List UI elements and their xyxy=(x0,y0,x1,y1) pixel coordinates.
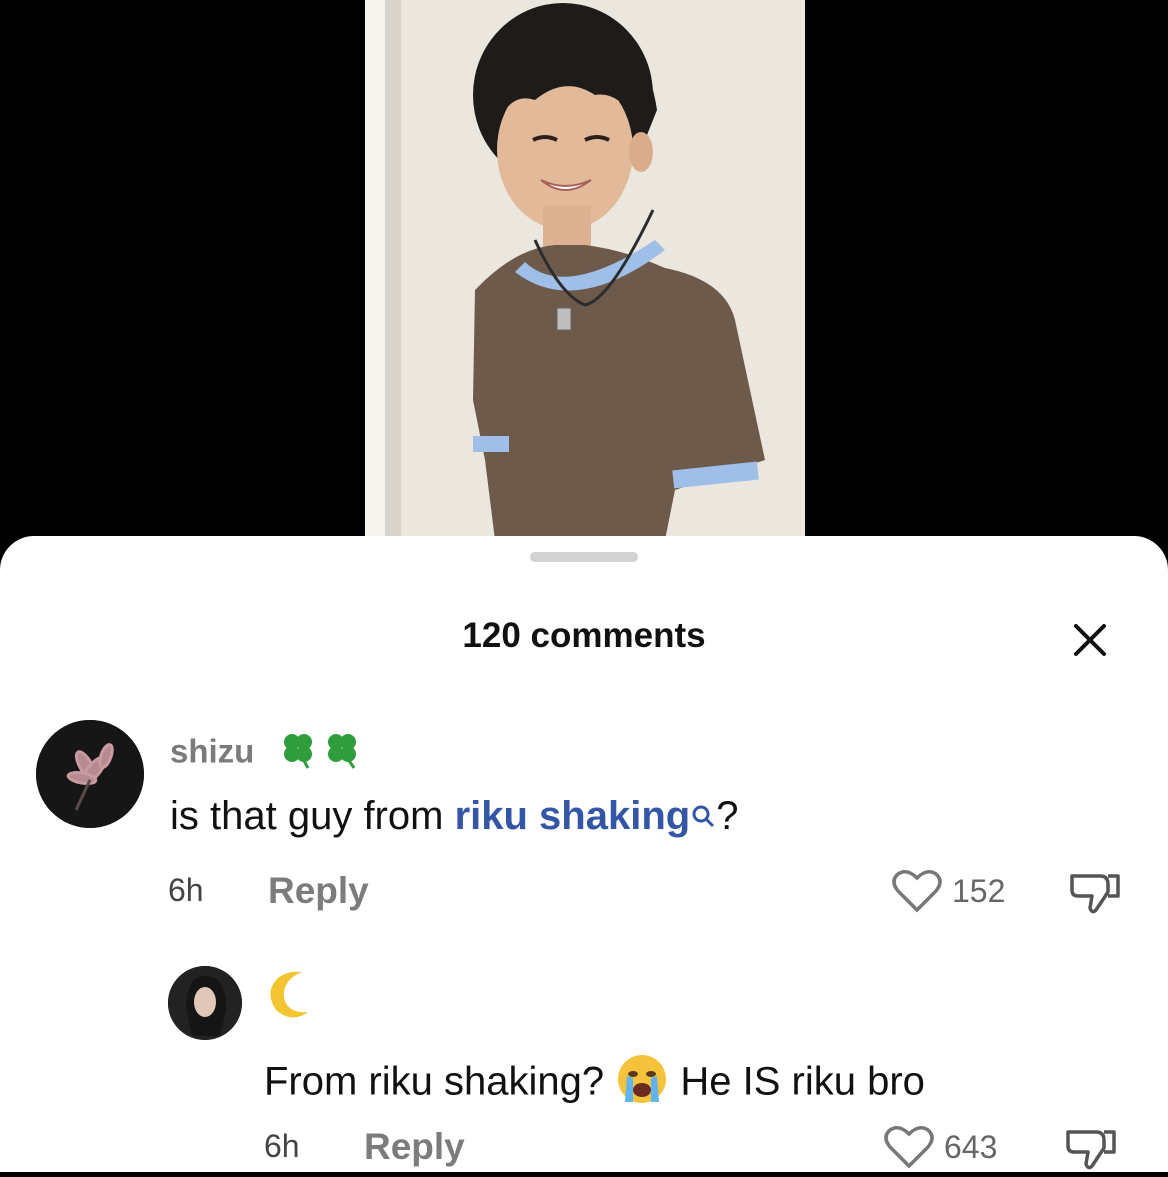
moon-icon xyxy=(270,971,308,1018)
comments-sheet: 120 comments shizu is that guy from riku… xyxy=(0,536,1168,1172)
reply-button[interactable]: Reply xyxy=(268,870,369,912)
heart-icon xyxy=(884,1126,934,1169)
crying-face-icon xyxy=(618,1055,667,1103)
crescent-moon-emoji xyxy=(264,966,318,1028)
like-count: 643 xyxy=(944,1128,998,1165)
clover-icon xyxy=(283,734,356,769)
flower-avatar-image xyxy=(36,720,144,828)
heart-icon xyxy=(892,870,942,913)
username-text: shizu xyxy=(170,732,255,770)
comment-text-part: is that guy from xyxy=(170,794,455,838)
mention-link[interactable]: riku shaking xyxy=(455,794,691,838)
reply-button[interactable]: Reply xyxy=(364,1126,465,1168)
like-button[interactable]: 152 xyxy=(892,868,1005,914)
comment-text-end: ? xyxy=(716,794,739,838)
like-button[interactable]: 643 xyxy=(884,1124,997,1170)
comment-time: 6h xyxy=(168,872,204,908)
reply-username[interactable] xyxy=(264,966,318,1028)
crying-face-emoji xyxy=(615,1052,669,1116)
portrait-avatar-image xyxy=(168,966,242,1040)
reply-text-part: From riku shaking? xyxy=(264,1059,616,1104)
thumbs-down-icon xyxy=(1066,1130,1116,1170)
comment-item: shizu is that guy from riku shaking? 6h … xyxy=(0,536,1168,956)
person-photo xyxy=(365,0,805,540)
dislike-button[interactable] xyxy=(1068,870,1122,921)
clover-emoji xyxy=(274,728,366,780)
avatar[interactable] xyxy=(36,720,144,828)
avatar[interactable] xyxy=(168,966,242,1040)
video-player[interactable] xyxy=(0,0,1168,560)
reply-time: 6h xyxy=(264,1128,300,1164)
comment-text: is that guy from riku shaking? xyxy=(170,794,738,839)
reply-text: From riku shaking? He IS riku bro xyxy=(264,1052,925,1116)
thumbs-down-icon xyxy=(1070,874,1120,914)
video-frame xyxy=(365,0,805,540)
reply-item: From riku shaking? He IS riku bro 6h Rep… xyxy=(0,956,1168,1172)
reply-text-end: He IS riku bro xyxy=(669,1059,925,1104)
comment-username[interactable]: shizu xyxy=(170,728,366,780)
dislike-button[interactable] xyxy=(1064,1126,1118,1177)
search-icon[interactable] xyxy=(690,794,716,839)
like-count: 152 xyxy=(952,872,1006,909)
